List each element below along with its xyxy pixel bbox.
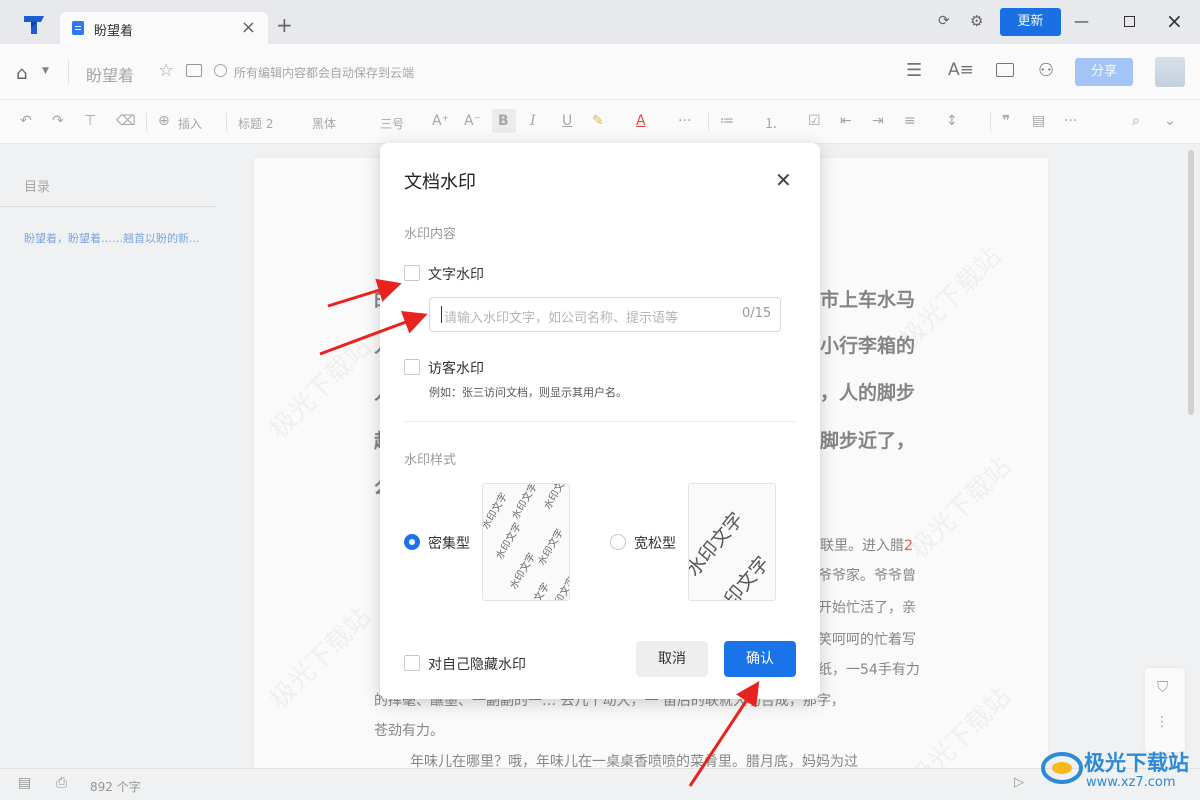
annotation-arrows xyxy=(319,278,760,787)
arrow-to-text-watermark xyxy=(327,278,402,308)
arrow-to-confirm xyxy=(688,680,760,787)
site-logo-url: www.xz7.com xyxy=(1086,775,1176,790)
site-logo-name: 极光下载站 xyxy=(1084,751,1189,775)
arrow-to-input xyxy=(319,311,428,356)
